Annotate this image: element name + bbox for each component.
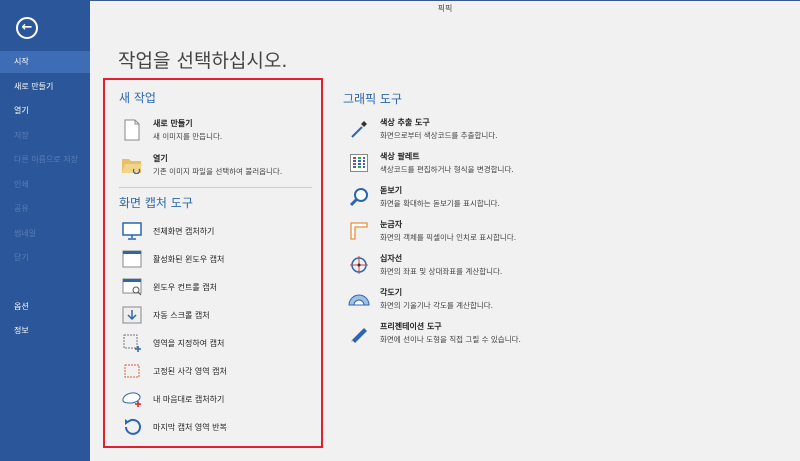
new-image-button[interactable]: 새로 만들기새 이미지를 만듭니다. [121,118,222,142]
item-label: 윈도우 컨트롤 캡처 [153,282,217,292]
magnifier-icon [348,186,370,208]
fixed-region-icon [121,360,143,382]
sidebar-item-print: 인쇄 [14,180,29,189]
sidebar-item-share: 공유 [14,204,29,213]
graphic-tools-heading: 그래픽 도구 [343,92,403,106]
sidebar-item-save: 저장 [14,131,29,140]
item-label: 색상 팔레트 [380,152,420,161]
item-desc: 화면으로부터 색상코드를 추출합니다. [380,131,498,140]
pen-icon [348,322,370,344]
sidebar-item-info[interactable]: 정보 [0,320,90,342]
color-picker-tool[interactable]: 색상 추출 도구화면으로부터 색상코드를 추출합니다. [348,117,498,141]
item-label: 자동 스크롤 캡처 [153,310,210,320]
ruler-tool[interactable]: 눈금자화면의 객체를 픽셀이나 인치로 표시합니다. [348,219,516,243]
sidebar: ← 시작 새로 만들기 열기 저장 다른 이름으로 저장 인쇄 공유 썸네일 닫… [0,0,90,461]
ruler-icon [348,220,370,242]
item-label: 돋보기 [380,186,403,195]
item-desc: 새 이미지를 만듭니다. [153,132,223,141]
capture-region[interactable]: 영역을 지정하여 캡처 [121,332,224,354]
item-label: 각도기 [380,288,403,297]
window-magnifier-icon [121,276,143,298]
item-label: 고정된 사각 영역 캡처 [153,366,227,376]
item-label: 눈금자 [380,220,403,229]
open-image-button[interactable]: 열기기존 이미지 파일을 선택하여 불러옵니다. [121,153,282,177]
sidebar-item-options[interactable]: 옵션 [0,296,90,318]
sidebar-item-close: 닫기 [14,253,29,262]
new-task-heading: 새 작업 [119,91,156,105]
monitor-icon [121,220,143,242]
item-label: 영역을 지정하여 캡처 [153,338,225,348]
sidebar-item-open[interactable]: 열기 [0,100,90,122]
sidebar-item-thumbnail: 썸네일 [14,229,37,238]
sidebar-item-new[interactable]: 새로 만들기 [0,76,90,98]
protractor-tool[interactable]: 각도기화면의 기울기나 각도를 계산합니다. [348,287,493,311]
open-folder-icon [121,154,143,176]
item-label: 내 마음대로 캡처하기 [153,394,225,404]
sidebar-item-start[interactable]: 시작 [0,51,90,73]
item-label: 십자선 [380,254,403,263]
crosshair-icon [348,254,370,276]
page-title: 작업을 선택하십시오. [118,50,288,72]
item-label: 활성화된 윈도우 캡처 [153,254,225,264]
crosshair-tool[interactable]: 십자선화면의 좌표 및 상대좌표를 계산합니다. [348,253,502,277]
item-desc: 화면의 기울기나 각도를 계산합니다. [380,301,494,310]
item-label: 프리젠테이션 도구 [380,322,442,331]
item-label: 색상 추출 도구 [380,118,430,127]
blank-document-icon [121,119,143,141]
back-arrow-icon[interactable]: ← [16,17,38,39]
magnifier-tool[interactable]: 돋보기화면을 확대하는 돋보기를 표시합니다. [348,185,500,209]
item-label: 전체화면 캡처하기 [153,226,215,236]
item-label: 마지막 캡처 영역 반복 [153,422,227,432]
capture-window-control[interactable]: 윈도우 컨트롤 캡처 [121,276,217,298]
capture-heading: 화면 캡처 도구 [119,196,193,210]
item-desc: 화면의 좌표 및 상대좌표를 계산합니다. [380,267,503,276]
palette-grid-icon [348,152,370,174]
item-desc: 화면을 확대하는 돋보기를 표시합니다. [380,199,500,208]
capture-freeform[interactable]: 내 마음대로 캡처하기 [121,388,224,410]
repeat-icon [121,416,143,438]
freeform-capture-icon [121,388,143,410]
item-desc: 기존 이미지 파일을 선택하여 불러옵니다. [153,167,283,176]
sidebar-item-save-as: 다른 이름으로 저장 [14,155,78,164]
item-desc: 화면의 객체를 픽셀이나 인치로 표시합니다. [380,233,517,242]
eyedropper-icon [348,118,370,140]
task-panel: 새 작업 새로 만들기새 이미지를 만듭니다. 열기기존 이미지 파일을 선택하… [103,78,323,448]
region-select-icon [121,332,143,354]
capture-auto-scroll[interactable]: 자동 스크롤 캡처 [121,304,210,326]
capture-fixed-region[interactable]: 고정된 사각 영역 캡처 [121,360,227,382]
divider [119,187,312,188]
item-label: 열기 [153,154,168,163]
item-desc: 화면에 선이나 도형을 직접 그릴 수 있습니다. [380,335,521,344]
window-icon [121,248,143,270]
presentation-tool[interactable]: 프리젠테이션 도구화면에 선이나 도형을 직접 그릴 수 있습니다. [348,321,521,345]
capture-active-window[interactable]: 활성화된 윈도우 캡처 [121,248,224,270]
color-palette-tool[interactable]: 색상 팔레트색상코드를 편집하거나 형식을 변경합니다. [348,151,514,175]
capture-fullscreen[interactable]: 전체화면 캡처하기 [121,220,214,242]
title-bar: 픽픽 [90,0,800,18]
protractor-icon [348,288,370,310]
capture-repeat-last[interactable]: 마지막 캡처 영역 반복 [121,416,227,438]
scroll-capture-icon [121,304,143,326]
item-label: 새로 만들기 [153,119,193,128]
item-desc: 색상코드를 편집하거나 형식을 변경합니다. [380,165,514,174]
